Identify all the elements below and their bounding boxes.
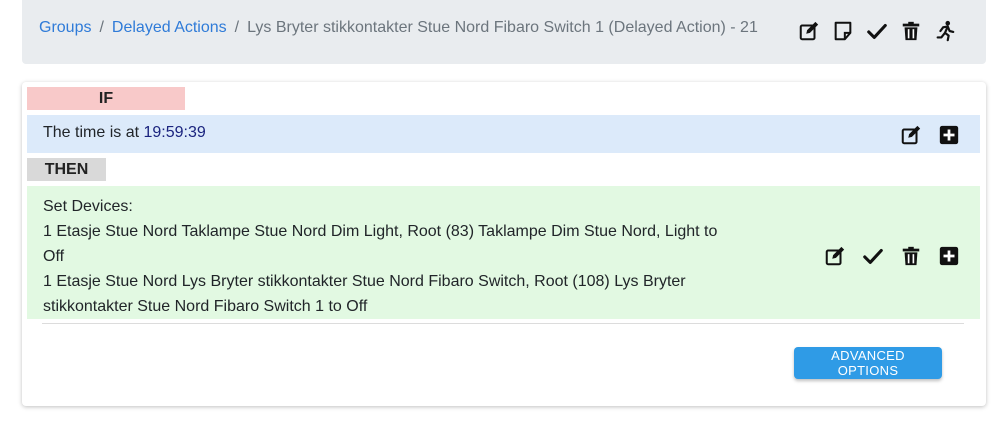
edit-icon[interactable] <box>898 122 924 148</box>
then-action-text: Set Devices: 1 Etasje Stue Nord Taklampe… <box>43 194 733 319</box>
rule-card: IF The time is at 19:59:39 THEN Set Devi… <box>22 82 986 406</box>
then-line: 1 Etasje Stue Nord Lys Bryter stikkontak… <box>43 273 686 315</box>
if-condition-row: The time is at 19:59:39 <box>27 115 980 153</box>
breadcrumb-separator: / <box>234 19 240 36</box>
breadcrumb-delayed-actions-link[interactable]: Delayed Actions <box>112 19 227 36</box>
then-actions <box>822 243 962 269</box>
then-line: Set Devices: <box>43 198 133 215</box>
if-label: IF <box>27 87 185 110</box>
breadcrumb: Groups / Delayed Actions / Lys Bryter stikko… <box>39 18 758 38</box>
if-condition-prefix: The time is at <box>43 124 144 141</box>
breadcrumb-groups-link[interactable]: Groups <box>39 19 91 36</box>
trash-icon[interactable] <box>898 18 924 44</box>
header-actions <box>796 18 958 44</box>
advanced-options-button[interactable]: ADVANCED OPTIONS <box>794 347 942 379</box>
breadcrumb-separator: / <box>99 19 104 36</box>
if-condition-time: 19:59:39 <box>143 124 206 141</box>
if-condition-text: The time is at 19:59:39 <box>43 123 206 143</box>
breadcrumb-current: Lys Bryter stikkontakter Stue Nord Fibar… <box>247 19 758 36</box>
edit-icon[interactable] <box>822 243 848 269</box>
check-icon[interactable] <box>860 243 886 269</box>
plus-icon[interactable] <box>936 243 962 269</box>
if-actions <box>898 122 962 148</box>
then-label: THEN <box>27 158 106 181</box>
trash-icon[interactable] <box>898 243 924 269</box>
edit-icon[interactable] <box>796 18 822 44</box>
note-icon[interactable] <box>830 18 856 44</box>
run-icon[interactable] <box>932 18 958 44</box>
then-action-row: Set Devices: 1 Etasje Stue Nord Taklampe… <box>27 186 980 319</box>
divider <box>42 323 964 324</box>
plus-icon[interactable] <box>936 122 962 148</box>
check-icon[interactable] <box>864 18 890 44</box>
then-line: 1 Etasje Stue Nord Taklampe Stue Nord Di… <box>43 223 718 265</box>
breadcrumb-bar: Groups / Delayed Actions / Lys Bryter stikko… <box>22 0 986 64</box>
